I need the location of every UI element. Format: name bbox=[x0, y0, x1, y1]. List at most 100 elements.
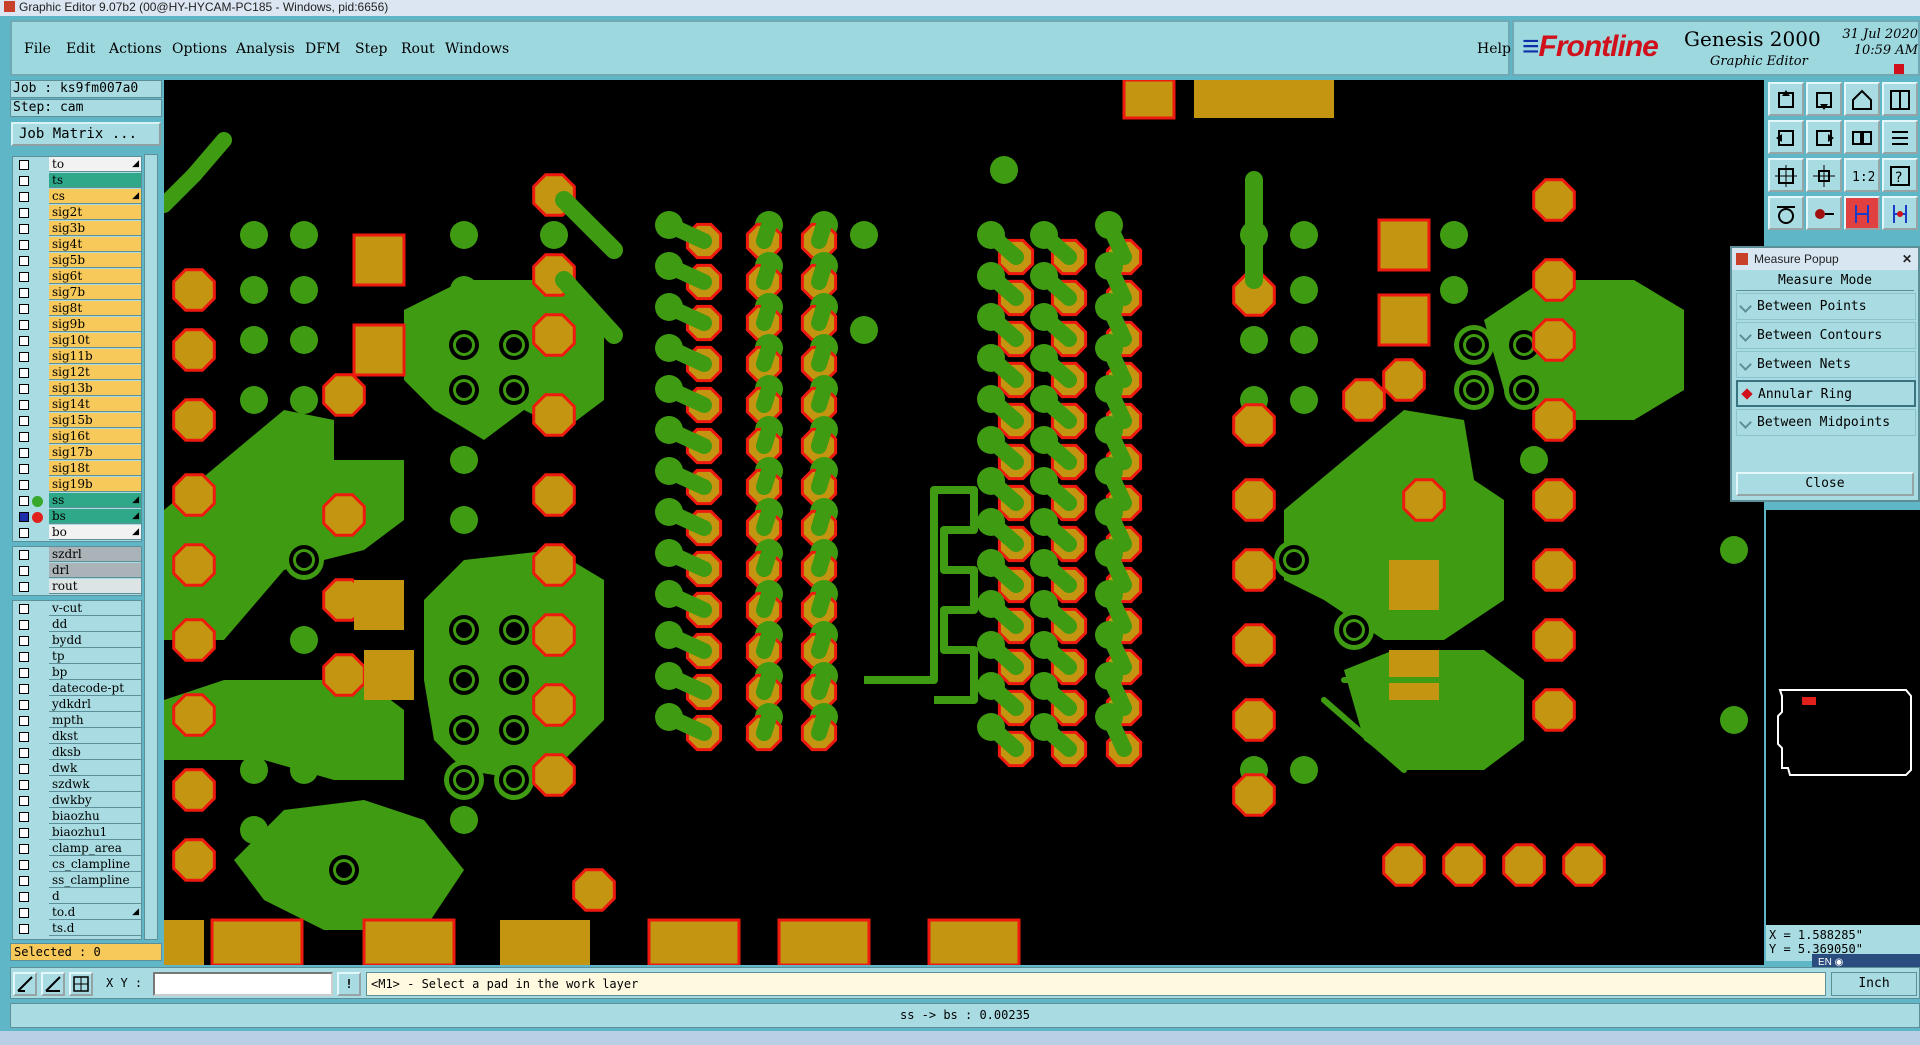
layer-checkbox[interactable] bbox=[19, 924, 29, 934]
layer-checkbox[interactable] bbox=[19, 416, 29, 426]
layer-checkbox[interactable] bbox=[19, 352, 29, 362]
layer-checkbox[interactable] bbox=[19, 844, 29, 854]
layer-name[interactable]: sig3b bbox=[49, 221, 141, 236]
layers-icon[interactable] bbox=[1882, 82, 1918, 116]
layer-row[interactable]: to.d ◢ bbox=[13, 905, 141, 921]
menu-analysis[interactable]: Analysis bbox=[236, 41, 295, 57]
layer-name[interactable]: biaozhu1 bbox=[49, 825, 141, 840]
layer-checkbox[interactable] bbox=[19, 812, 29, 822]
layer-checkbox[interactable] bbox=[19, 272, 29, 282]
layer-name[interactable]: sig5b bbox=[49, 253, 141, 268]
layer-row[interactable]: ss_clampline bbox=[13, 873, 141, 889]
help-icon[interactable]: ? bbox=[1882, 158, 1918, 192]
layer-name[interactable]: sig6t bbox=[49, 269, 141, 284]
layer-row[interactable]: to ◢ bbox=[13, 157, 141, 173]
layer-name[interactable]: sig12t bbox=[49, 365, 141, 380]
layer-checkbox[interactable] bbox=[19, 320, 29, 330]
layer-checkbox[interactable] bbox=[19, 512, 29, 522]
layer-name[interactable]: sig16t bbox=[49, 429, 141, 444]
layer-row[interactable]: sig16t bbox=[13, 429, 141, 445]
menu-help[interactable]: Help bbox=[1477, 41, 1511, 57]
layer-row[interactable]: rout bbox=[13, 579, 141, 595]
layer-row[interactable]: d bbox=[13, 889, 141, 905]
layer-name[interactable]: ts.d bbox=[49, 921, 141, 936]
net-compare-icon[interactable] bbox=[1882, 196, 1918, 230]
pcb-drawing[interactable] bbox=[164, 80, 1764, 965]
layer-checkbox[interactable] bbox=[19, 636, 29, 646]
layer-name[interactable]: sig9b bbox=[49, 317, 141, 332]
job-matrix-button[interactable]: Job Matrix ... bbox=[11, 122, 161, 146]
measure-close-button[interactable]: Close bbox=[1736, 472, 1914, 496]
layer-checkbox[interactable] bbox=[19, 732, 29, 742]
option-between-midpoints[interactable]: Between Midpoints bbox=[1736, 409, 1916, 436]
layer-row[interactable]: clamp_area bbox=[13, 841, 141, 857]
layer-checkbox[interactable] bbox=[19, 400, 29, 410]
layer-name[interactable]: sig8t bbox=[49, 301, 141, 316]
layer-checkbox[interactable] bbox=[19, 256, 29, 266]
layer-name[interactable]: bs ◢ bbox=[49, 509, 141, 524]
layer-name[interactable]: drl bbox=[49, 563, 141, 578]
layer-row[interactable]: szdwk bbox=[13, 777, 141, 793]
zoom-1to2-icon[interactable]: 1:2 bbox=[1844, 158, 1880, 192]
pan-up-icon[interactable] bbox=[1768, 82, 1804, 116]
menu-step[interactable]: Step bbox=[355, 41, 387, 57]
layer-name[interactable]: dkst bbox=[49, 729, 141, 744]
layer-checkbox[interactable] bbox=[19, 304, 29, 314]
layer-checkbox[interactable] bbox=[19, 748, 29, 758]
layer-row[interactable]: mpth bbox=[13, 713, 141, 729]
layer-row[interactable]: sig18t bbox=[13, 461, 141, 477]
layer-name[interactable]: sig19b bbox=[49, 477, 141, 492]
layer-checkbox[interactable] bbox=[19, 528, 29, 538]
layer-name[interactable]: szdrl bbox=[49, 547, 141, 562]
layer-checkbox[interactable] bbox=[19, 668, 29, 678]
layer-name[interactable]: v-cut bbox=[49, 601, 141, 616]
layer-checkbox[interactable] bbox=[19, 448, 29, 458]
layer-checkbox[interactable] bbox=[19, 828, 29, 838]
snap-icon[interactable] bbox=[1806, 196, 1842, 230]
layer-name[interactable]: clamp_area bbox=[49, 841, 141, 856]
zoom-home-icon[interactable] bbox=[1806, 158, 1842, 192]
layer-name[interactable]: ss_clampline bbox=[49, 873, 141, 888]
layer-row[interactable]: sig12t bbox=[13, 365, 141, 381]
layer-row[interactable]: ydkdrl bbox=[13, 697, 141, 713]
option-between-nets[interactable]: Between Nets bbox=[1736, 351, 1916, 378]
layer-checkbox[interactable] bbox=[19, 684, 29, 694]
layer-name[interactable]: sig11b bbox=[49, 349, 141, 364]
layer-name[interactable]: szdwk bbox=[49, 777, 141, 792]
layer-checkbox[interactable] bbox=[19, 208, 29, 218]
layer-checkbox[interactable] bbox=[19, 604, 29, 614]
menu-edit[interactable]: Edit bbox=[66, 41, 95, 57]
grid-mode-icon[interactable] bbox=[69, 972, 93, 996]
menu-rout[interactable]: Rout bbox=[401, 41, 435, 57]
layer-row[interactable]: sig19b bbox=[13, 477, 141, 493]
layer-name[interactable]: to ◢ bbox=[49, 157, 141, 172]
zoom-fit-icon[interactable] bbox=[1768, 158, 1804, 192]
layer-name[interactable]: dksb bbox=[49, 745, 141, 760]
layer-display-dot[interactable] bbox=[32, 512, 43, 523]
layer-checkbox[interactable] bbox=[19, 764, 29, 774]
layer-row[interactable]: ts.d bbox=[13, 921, 141, 937]
layer-row[interactable]: biaozhu1 bbox=[13, 825, 141, 841]
net-highlight-icon[interactable] bbox=[1844, 196, 1880, 230]
layer-row[interactable]: sig4t bbox=[13, 237, 141, 253]
layer-row[interactable]: sig2t bbox=[13, 205, 141, 221]
layer-name[interactable]: sig2t bbox=[49, 205, 141, 220]
layer-row[interactable]: dwk bbox=[13, 761, 141, 777]
layer-row[interactable]: sig9b bbox=[13, 317, 141, 333]
layer-name[interactable]: bp bbox=[49, 665, 141, 680]
layer-name[interactable]: bydd bbox=[49, 633, 141, 648]
measure-popup-titlebar[interactable]: Measure Popup ✕ bbox=[1732, 248, 1918, 270]
layer-name[interactable]: ydkdrl bbox=[49, 697, 141, 712]
layer-checkbox[interactable] bbox=[19, 780, 29, 790]
layer-name[interactable]: d bbox=[49, 889, 141, 904]
layer-name[interactable]: biaozhu bbox=[49, 809, 141, 824]
layer-name[interactable]: dwkby bbox=[49, 793, 141, 808]
layer-checkbox[interactable] bbox=[19, 892, 29, 902]
layer-row[interactable]: sig3b bbox=[13, 221, 141, 237]
layer-row[interactable]: bp bbox=[13, 665, 141, 681]
layer-name[interactable]: cs ◢ bbox=[49, 189, 141, 204]
layer-checkbox[interactable] bbox=[19, 652, 29, 662]
angle-mode-icon[interactable] bbox=[41, 972, 65, 996]
layer-display-dot[interactable] bbox=[32, 496, 43, 507]
layer-checkbox[interactable] bbox=[19, 582, 29, 592]
